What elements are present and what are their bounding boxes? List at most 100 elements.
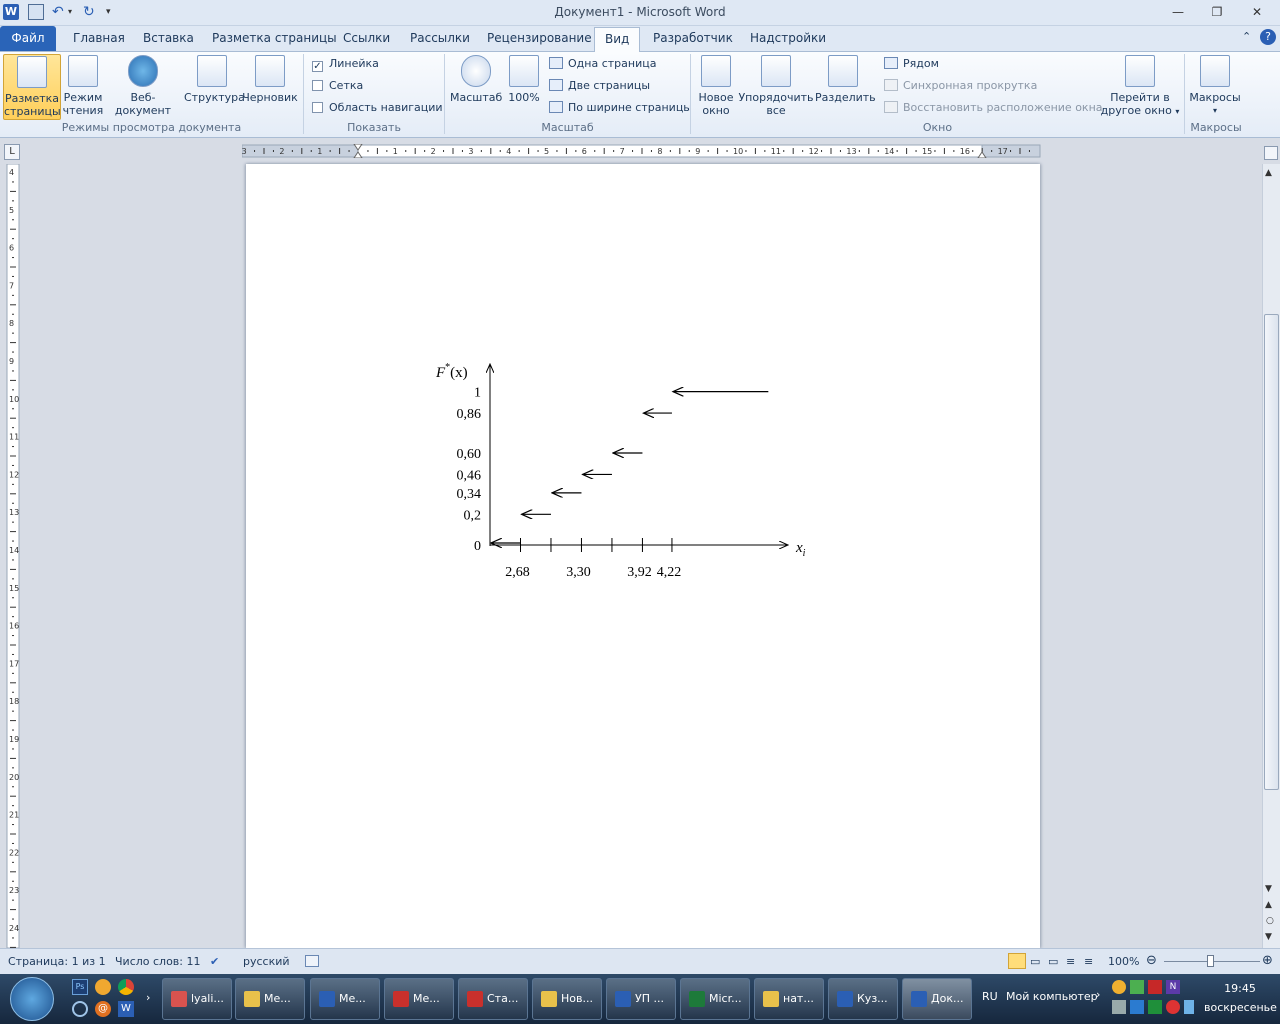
taskbar-item[interactable]: Micr... xyxy=(680,978,750,1020)
reset-window-position-button[interactable]: Восстановить расположение окна xyxy=(884,101,1103,114)
side-by-side-button[interactable]: Рядом xyxy=(884,57,939,70)
clock-time[interactable]: 19:45 xyxy=(1208,982,1272,995)
zoom-slider-thumb[interactable] xyxy=(1207,955,1214,967)
tray-opera-icon[interactable] xyxy=(1166,1000,1180,1014)
taskbar-item[interactable]: Ме... xyxy=(384,978,454,1020)
zoom-out-icon[interactable]: ⊖ xyxy=(1146,953,1157,968)
aimp-icon[interactable] xyxy=(95,979,111,995)
word-count-status[interactable]: Число слов: 11 xyxy=(115,955,201,968)
taskbar-item[interactable]: УП ... xyxy=(606,978,676,1020)
clock-day[interactable]: воскресенье xyxy=(1204,1001,1277,1014)
macros-icon xyxy=(1200,55,1230,87)
gridlines-checkbox[interactable]: Сетка xyxy=(312,79,363,92)
macros-button[interactable]: Макросы ▾ xyxy=(1188,54,1242,120)
horizontal-ruler[interactable]: L 3 2 1 1 2 3 4 5 6 7 8 9 10 11 12 13 14 15 16 17 xyxy=(0,138,1280,164)
tray-onenote-icon[interactable]: N xyxy=(1166,980,1180,994)
split-button[interactable]: Разделить xyxy=(815,54,876,120)
proofing-icon[interactable]: ✔ xyxy=(210,955,219,968)
select-browse-object-icon[interactable]: ○ xyxy=(1266,916,1274,926)
macro-record-icon[interactable] xyxy=(305,955,319,967)
vertical-scrollbar[interactable]: ▲ ▼ ▲ ○ ▼ xyxy=(1262,164,1280,948)
previous-page-icon[interactable]: ▲ xyxy=(1265,900,1272,910)
taskbar-item[interactable]: Ста... xyxy=(458,978,528,1020)
tray-security-icon[interactable] xyxy=(1148,980,1162,994)
y-tick-label: 0,86 xyxy=(457,407,482,422)
two-pages-button[interactable]: Две страницы xyxy=(549,79,650,92)
web-layout-button[interactable]: Веб-документ xyxy=(105,54,181,120)
outline-button[interactable]: Структура xyxy=(184,54,245,120)
draft-button[interactable]: Черновик xyxy=(242,54,298,120)
tab-selector-icon[interactable]: L xyxy=(4,144,20,160)
taskbar-item[interactable]: Куз... xyxy=(828,978,898,1020)
tab-review[interactable]: Рецензирование xyxy=(487,31,592,45)
tab-developer[interactable]: Разработчик xyxy=(653,31,733,45)
help-icon[interactable]: ? xyxy=(1260,29,1276,45)
print-layout-view-icon[interactable] xyxy=(1008,953,1026,969)
language-status[interactable]: русский xyxy=(243,955,290,968)
photoshop-icon[interactable]: Ps xyxy=(72,979,88,995)
tab-home[interactable]: Главная xyxy=(73,31,125,45)
system-tray-icons[interactable]: N xyxy=(1112,980,1194,1018)
tray-antivirus-icon[interactable] xyxy=(1148,1000,1162,1014)
minimize-button[interactable]: — xyxy=(1165,3,1191,21)
scroll-up-icon[interactable]: ▲ xyxy=(1265,168,1272,178)
arrange-all-button[interactable]: Упорядочить все xyxy=(738,54,814,120)
scroll-thumb[interactable] xyxy=(1264,314,1279,790)
word-quicklaunch-icon[interactable]: W xyxy=(118,1001,134,1017)
navigation-pane-checkbox[interactable]: Область навигации xyxy=(312,101,443,114)
tab-addins[interactable]: Надстройки xyxy=(750,31,826,45)
tab-insert[interactable]: Вставка xyxy=(143,31,194,45)
full-screen-reading-button[interactable]: Режим чтения xyxy=(62,54,104,120)
view-ruler-icon[interactable] xyxy=(1264,146,1278,160)
tray-keyboard-icon[interactable] xyxy=(1112,1000,1126,1014)
tray-vk-icon[interactable] xyxy=(1130,1000,1144,1014)
ruler-tick xyxy=(821,150,823,152)
page-width-button[interactable]: По ширине страницы xyxy=(549,101,692,114)
switch-windows-button[interactable]: Перейти в другое окно ▾ xyxy=(1100,54,1180,120)
collapse-ribbon-icon[interactable]: ⌃ xyxy=(1242,30,1251,43)
taskbar-item[interactable]: Ме... xyxy=(310,978,380,1020)
taskbar-item[interactable]: lyali... xyxy=(162,978,232,1020)
draft-view-icon[interactable]: ≡ xyxy=(1084,955,1093,968)
tray-volume-icon[interactable] xyxy=(1184,1000,1194,1014)
opera-icon[interactable] xyxy=(72,1001,88,1017)
web-view-icon[interactable]: ▭ xyxy=(1048,955,1058,968)
toolbar-more-icon[interactable]: › xyxy=(1096,988,1100,1001)
zoom-in-icon[interactable]: ⊕ xyxy=(1262,953,1273,968)
taskbar-item[interactable]: нат... xyxy=(754,978,824,1020)
outline-view-icon[interactable]: ≡ xyxy=(1066,955,1075,968)
tab-page-layout[interactable]: Разметка страницы xyxy=(212,31,337,45)
taskbar-item[interactable]: Нов... xyxy=(532,978,602,1020)
start-button-icon[interactable] xyxy=(10,977,54,1021)
vruler-number: 24 xyxy=(9,924,19,933)
reading-view-icon[interactable]: ▭ xyxy=(1030,955,1040,968)
chrome-icon[interactable] xyxy=(118,979,134,995)
tab-view[interactable]: Вид xyxy=(594,27,641,52)
quicklaunch-more-icon[interactable]: › xyxy=(146,991,150,1004)
zoom-button[interactable]: Масштаб xyxy=(450,54,502,120)
taskbar-item[interactable]: Док... xyxy=(902,978,972,1020)
print-layout-button[interactable]: Разметка страницы xyxy=(3,54,61,120)
zoom-100-button[interactable]: 100% xyxy=(505,54,543,120)
close-button[interactable]: ✕ xyxy=(1244,3,1270,21)
tab-file[interactable]: Файл xyxy=(0,26,56,51)
zoom-level[interactable]: 100% xyxy=(1108,955,1139,968)
ruler-checkbox[interactable]: ✓ Линейка xyxy=(312,57,379,72)
tab-references[interactable]: Ссылки xyxy=(343,31,390,45)
page-count-status[interactable]: Страница: 1 из 1 xyxy=(8,955,106,968)
next-page-icon[interactable]: ▼ xyxy=(1265,932,1272,942)
taskbar-item[interactable]: Ме... xyxy=(235,978,305,1020)
scroll-down-icon[interactable]: ▼ xyxy=(1265,884,1272,894)
vertical-ruler[interactable]: 4 5 6 7 8 9 10 11 12 13 14 15 16 17 18 19 20 21 22 23 24 xyxy=(0,164,24,948)
tray-app-icon[interactable] xyxy=(1112,980,1126,994)
maximize-button[interactable]: ❐ xyxy=(1204,3,1230,21)
document-page[interactable]: F*(x) xi 1 0,86 0,60 0,46 0,34 0,2 0 2,68 3,30 3… xyxy=(246,164,1040,948)
tab-mailings[interactable]: Рассылки xyxy=(410,31,470,45)
tray-network-icon[interactable] xyxy=(1130,980,1144,994)
one-page-button[interactable]: Одна страница xyxy=(549,57,656,70)
my-computer-toolbar[interactable]: Мой компьютер xyxy=(1006,990,1098,1003)
language-indicator[interactable]: RU xyxy=(982,990,998,1003)
new-window-button[interactable]: Новое окно xyxy=(696,54,736,120)
mail-icon[interactable]: @ xyxy=(95,1001,111,1017)
sync-scroll-button[interactable]: Синхронная прокрутка xyxy=(884,79,1037,92)
